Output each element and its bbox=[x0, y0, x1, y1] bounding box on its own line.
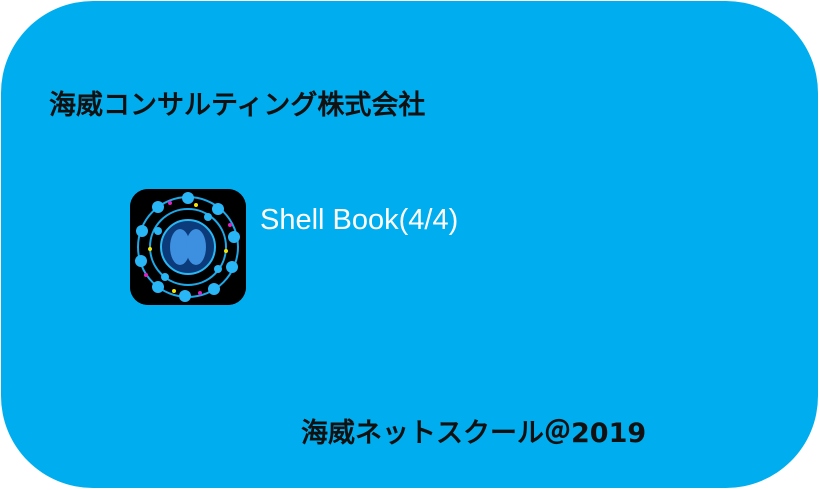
footer-text: 海威ネットスクール＠2019 bbox=[301, 418, 647, 449]
company-name: 海威コンサルティング株式会社 bbox=[49, 90, 426, 121]
slide-card: 海威コンサルティング株式会社 Shell Book(4/4) 海威ネットスクール… bbox=[1, 1, 818, 488]
app-title: Shell Book(4/4) bbox=[260, 204, 459, 236]
brain-network-icon bbox=[130, 189, 246, 305]
